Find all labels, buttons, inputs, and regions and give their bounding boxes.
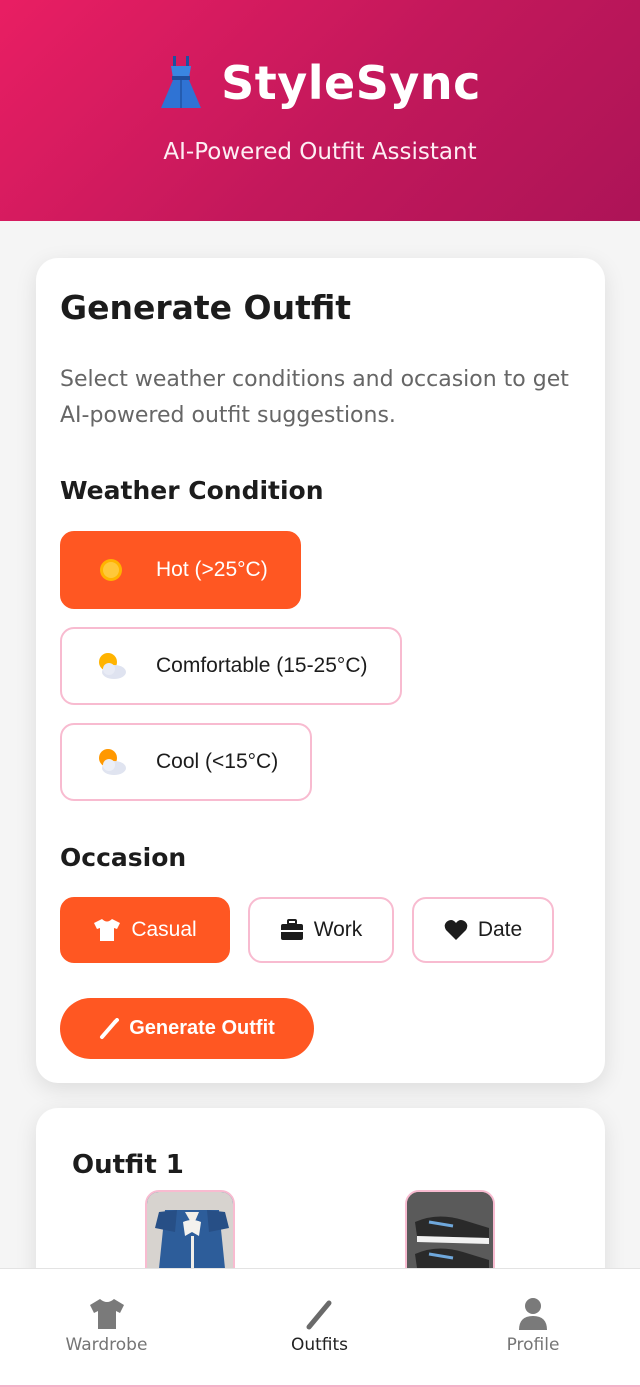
nav-item-outfits[interactable]: Outfits xyxy=(213,1269,426,1387)
nav-label: Wardrobe xyxy=(65,1335,148,1355)
occasion-option-label: Work xyxy=(313,918,363,941)
briefcase-icon xyxy=(280,919,303,940)
generate-button-label: Generate Outfit xyxy=(129,1017,275,1039)
weather-section-title: Weather Condition xyxy=(60,476,324,505)
weather-option-label: Comfortable (15-25°C) xyxy=(156,654,368,677)
weather-option-cool[interactable]: Cool (<15°C) xyxy=(60,723,312,801)
occasion-option-label: Casual xyxy=(131,918,197,941)
dress-icon xyxy=(161,56,202,108)
nav-item-wardrobe[interactable]: Wardrobe xyxy=(0,1269,213,1387)
occasion-section-title: Occasion xyxy=(60,843,187,872)
wand-icon xyxy=(100,1017,120,1039)
generate-outfit-button[interactable]: Generate Outfit xyxy=(60,998,314,1059)
weather-option-label: Cool (<15°C) xyxy=(156,750,279,773)
sun-behind-cloud-icon xyxy=(96,747,126,777)
nav-item-profile[interactable]: Profile xyxy=(426,1269,640,1387)
weather-option-label: Hot (>25°C) xyxy=(156,558,268,581)
nav-label: Profile xyxy=(506,1335,560,1355)
user-icon xyxy=(519,1298,547,1330)
sun-behind-cloud-icon xyxy=(96,651,126,681)
brand: StyleSync xyxy=(0,56,640,110)
app-header: StyleSync AI-Powered Outfit Assistant xyxy=(0,0,640,221)
occasion-option-date[interactable]: Date xyxy=(412,897,554,963)
heart-icon xyxy=(444,920,468,940)
occasion-option-casual[interactable]: Casual xyxy=(60,897,230,963)
weather-option-comfortable[interactable]: Comfortable (15-25°C) xyxy=(60,627,402,705)
tshirt-icon xyxy=(89,1299,124,1329)
sun-icon xyxy=(96,555,126,585)
card-title: Generate Outfit xyxy=(60,288,352,327)
app-tagline: AI-Powered Outfit Assistant xyxy=(163,139,477,165)
app-title: StyleSync xyxy=(221,56,481,110)
occasion-option-label: Date xyxy=(477,918,523,941)
outfit-title: Outfit 1 xyxy=(72,1150,184,1180)
bottom-nav: Wardrobe Outfits Profile xyxy=(0,1268,640,1387)
card-description: Select weather conditions and occasion t… xyxy=(60,367,569,428)
occasion-option-work[interactable]: Work xyxy=(248,897,394,963)
tshirt-icon xyxy=(94,919,121,941)
nav-label: Outfits xyxy=(290,1335,349,1355)
wand-icon xyxy=(306,1300,331,1330)
weather-option-hot[interactable]: Hot (>25°C) xyxy=(60,531,301,609)
